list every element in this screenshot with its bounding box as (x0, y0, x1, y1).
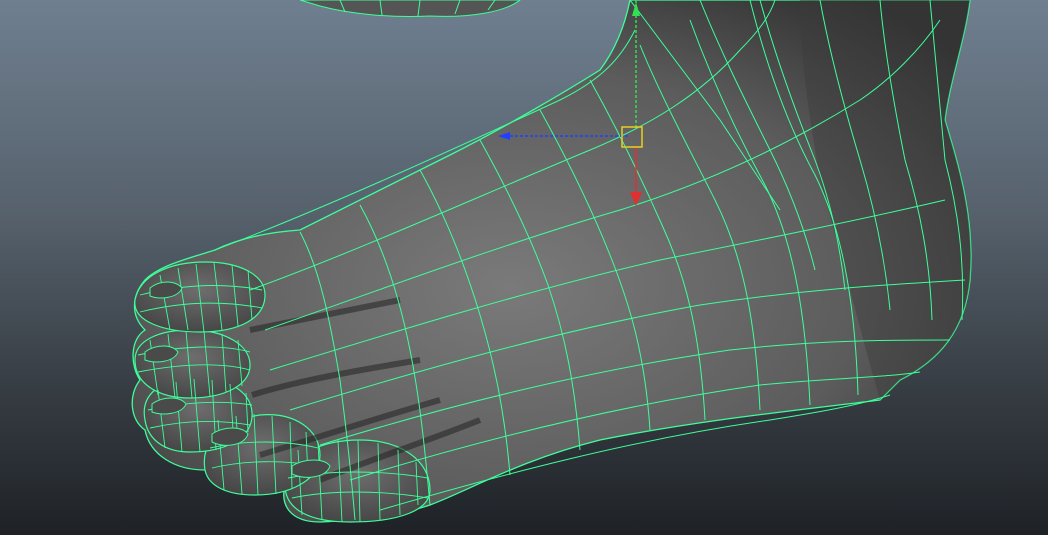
perspective-viewport[interactable] (0, 0, 1048, 535)
upper-mesh-fragment[interactable] (299, 0, 521, 18)
foot-mesh[interactable] (131, 0, 972, 523)
viewport-canvas[interactable] (0, 0, 1048, 535)
